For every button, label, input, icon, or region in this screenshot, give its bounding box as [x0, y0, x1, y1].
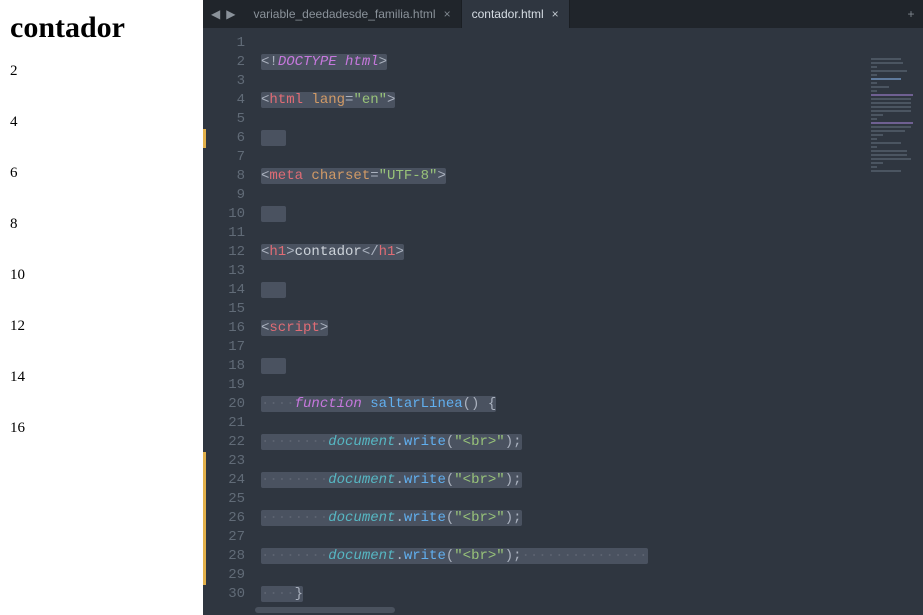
code-line[interactable]: [261, 129, 923, 148]
modified-marker: [203, 129, 206, 148]
line-number: 15: [203, 300, 245, 319]
code-line[interactable]: <html lang="en">: [261, 91, 923, 110]
line-number: 22: [203, 433, 245, 452]
line-number: 13: [203, 262, 245, 281]
preview-output-list: 2 4 6 8 10 12 14 16: [10, 63, 193, 437]
horizontal-scrollbar[interactable]: [203, 605, 923, 615]
code-line[interactable]: [261, 281, 923, 300]
scrollbar-thumb[interactable]: [255, 607, 395, 613]
line-number: 20: [203, 395, 245, 414]
tab-bar: ◀ ▶ variable_deedadesde_familia.html × c…: [203, 0, 923, 28]
line-number: 7: [203, 148, 245, 167]
code-line[interactable]: ····}: [261, 585, 923, 604]
code-line[interactable]: [261, 357, 923, 376]
line-number: 28: [203, 547, 245, 566]
line-number: 29: [203, 566, 245, 585]
line-number: 24: [203, 471, 245, 490]
preview-number: 4: [10, 114, 193, 131]
code-line[interactable]: ········document.write("<br>");·········…: [261, 547, 923, 566]
tab-next-icon[interactable]: ▶: [224, 7, 237, 21]
tab-label: variable_deedadesde_familia.html: [253, 7, 435, 21]
code-editor-pane: ◀ ▶ variable_deedadesde_familia.html × c…: [203, 0, 923, 615]
line-number: 27: [203, 528, 245, 547]
line-number: 6: [203, 129, 245, 148]
close-icon[interactable]: ×: [552, 7, 559, 21]
preview-number: 2: [10, 63, 193, 80]
line-number: 14: [203, 281, 245, 300]
tab-active[interactable]: contador.html ×: [462, 0, 570, 28]
line-number: 17: [203, 338, 245, 357]
line-number: 10: [203, 205, 245, 224]
line-number: 12: [203, 243, 245, 262]
line-number: 16: [203, 319, 245, 338]
line-number: 23: [203, 452, 245, 471]
tab-label: contador.html: [472, 7, 544, 21]
preview-number: 10: [10, 267, 193, 284]
preview-heading: contador: [10, 11, 193, 45]
browser-preview-pane: contador 2 4 6 8 10 12 14 16: [0, 0, 203, 615]
preview-number: 12: [10, 318, 193, 335]
new-tab-button[interactable]: +: [899, 0, 923, 28]
close-icon[interactable]: ×: [444, 7, 451, 21]
line-number-gutter: 1 2 3 4 5 6 7 8 9 10 11 12 13 14 15 16 1…: [203, 28, 255, 605]
code-line[interactable]: ····function saltarLinea() {: [261, 395, 923, 414]
line-number: 1: [203, 34, 245, 53]
tab-nav-buttons: ◀ ▶: [203, 0, 243, 28]
preview-number: 14: [10, 369, 193, 386]
line-number: 30: [203, 585, 245, 604]
preview-number: 16: [10, 420, 193, 437]
code-line[interactable]: ········document.write("<br>");: [261, 509, 923, 528]
line-number: 26: [203, 509, 245, 528]
code-line[interactable]: ········document.write("<br>");: [261, 433, 923, 452]
code-line[interactable]: <meta charset="UTF-8">: [261, 167, 923, 186]
tab-prev-icon[interactable]: ◀: [209, 7, 222, 21]
line-number: 11: [203, 224, 245, 243]
code-line[interactable]: [261, 205, 923, 224]
line-number: 19: [203, 376, 245, 395]
code-line[interactable]: ········document.write("<br>");: [261, 471, 923, 490]
preview-number: 8: [10, 216, 193, 233]
line-number: 3: [203, 72, 245, 91]
line-number: 9: [203, 186, 245, 205]
line-number: 18: [203, 357, 245, 376]
preview-number: 6: [10, 165, 193, 182]
line-number: 2: [203, 53, 245, 72]
line-number: 8: [203, 167, 245, 186]
tab-inactive[interactable]: variable_deedadesde_familia.html ×: [243, 0, 461, 28]
line-number: 21: [203, 414, 245, 433]
line-number: 5: [203, 110, 245, 129]
code-area[interactable]: 1 2 3 4 5 6 7 8 9 10 11 12 13 14 15 16 1…: [203, 28, 923, 605]
modified-marker: [203, 452, 206, 585]
code-line[interactable]: <script>: [261, 319, 923, 338]
code-text[interactable]: <!DOCTYPE html> <html lang="en"> <meta c…: [255, 28, 923, 605]
code-line[interactable]: <!DOCTYPE html>: [261, 53, 923, 72]
line-number: 25: [203, 490, 245, 509]
code-line[interactable]: <h1>contador</h1>: [261, 243, 923, 262]
line-number: 4: [203, 91, 245, 110]
